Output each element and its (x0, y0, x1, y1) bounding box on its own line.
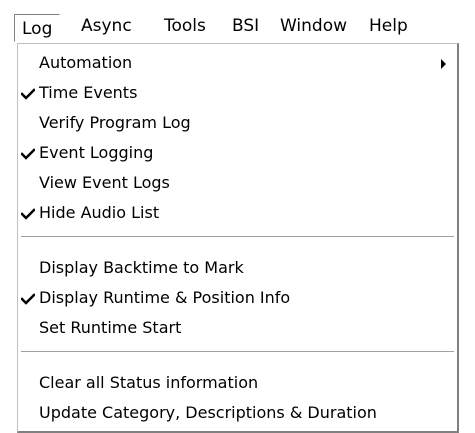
menu-item-label: Display Backtime to Mark (39, 258, 244, 277)
log-dropdown-menu: Automation Time Events Verify Program Lo… (17, 43, 459, 433)
menu-separator (21, 351, 454, 353)
menu-item-label: Automation (39, 53, 133, 72)
menu-item-label: Set Runtime Start (39, 318, 182, 337)
menu-item-event-logging[interactable]: Event Logging (18, 138, 457, 168)
menu-tools[interactable]: Tools (164, 15, 206, 37)
menu-async[interactable]: Async (81, 15, 132, 37)
menu-item-view-event-logs[interactable]: View Event Logs (18, 168, 457, 198)
menu-item-set-runtime-start[interactable]: Set Runtime Start (18, 313, 457, 343)
menu-item-label: Verify Program Log (39, 113, 191, 132)
menu-help[interactable]: Help (369, 15, 408, 37)
menu-item-display-backtime-to-mark[interactable]: Display Backtime to Mark (18, 253, 457, 283)
menu-bar: Log Async Tools BSI Window Help (0, 0, 475, 49)
menu-item-label: Clear all Status information (39, 373, 259, 392)
checkmark-icon (21, 148, 35, 160)
checkmark-icon (21, 88, 35, 100)
menu-item-label: Time Events (39, 83, 138, 102)
checkmark-icon (21, 208, 35, 220)
menu-item-update-category-descriptions-duration[interactable]: Update Category, Descriptions & Duration (18, 398, 457, 428)
menu-item-hide-audio-list[interactable]: Hide Audio List (18, 198, 457, 228)
menu-item-label: View Event Logs (39, 173, 170, 192)
menu-window[interactable]: Window (280, 15, 347, 37)
submenu-arrow-icon (441, 59, 446, 69)
menu-item-label: Hide Audio List (39, 203, 160, 222)
menu-item-time-events[interactable]: Time Events (18, 78, 457, 108)
menu-item-label: Update Category, Descriptions & Duration (39, 403, 377, 422)
menu-item-label: Display Runtime & Position Info (39, 288, 291, 307)
menu-item-clear-all-status-information[interactable]: Clear all Status information (18, 368, 457, 398)
menu-item-display-runtime-position-info[interactable]: Display Runtime & Position Info (18, 283, 457, 313)
checkmark-icon (21, 293, 35, 305)
menu-item-verify-program-log[interactable]: Verify Program Log (18, 108, 457, 138)
menu-bsi[interactable]: BSI (232, 15, 259, 37)
menu-separator (21, 236, 454, 238)
menu-item-label: Event Logging (39, 143, 154, 162)
menu-item-automation[interactable]: Automation (18, 48, 457, 78)
menu-log[interactable]: Log (14, 14, 61, 42)
